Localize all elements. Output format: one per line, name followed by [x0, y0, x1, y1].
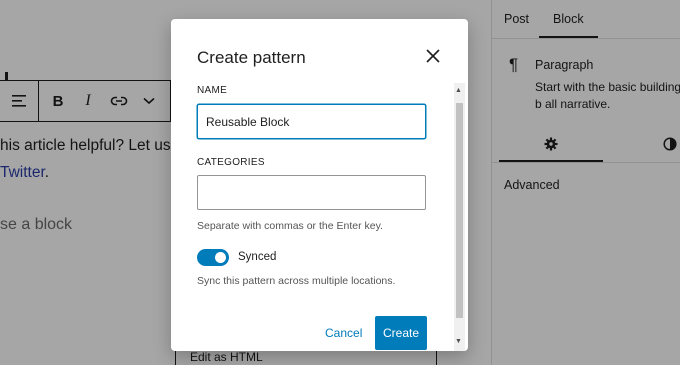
- synced-toggle[interactable]: [197, 249, 229, 266]
- scroll-up-arrow[interactable]: ▲: [455, 87, 462, 94]
- name-label: NAME: [197, 85, 228, 96]
- categories-help: Separate with commas or the Enter key.: [197, 220, 383, 232]
- categories-label: CATEGORIES: [197, 157, 265, 168]
- cancel-button[interactable]: Cancel: [317, 316, 370, 350]
- synced-help: Sync this pattern across multiple locati…: [197, 275, 396, 287]
- close-icon[interactable]: [421, 44, 445, 68]
- modal-title: Create pattern: [197, 48, 306, 67]
- scrollbar-thumb[interactable]: [456, 103, 463, 318]
- name-input[interactable]: [197, 104, 426, 139]
- synced-label: Synced: [238, 251, 277, 263]
- create-button[interactable]: Create: [375, 316, 427, 350]
- categories-input[interactable]: [197, 175, 426, 210]
- create-pattern-modal: Create pattern NAME CATEGORIES Separate …: [171, 19, 468, 351]
- scroll-down-arrow[interactable]: ▼: [455, 338, 462, 345]
